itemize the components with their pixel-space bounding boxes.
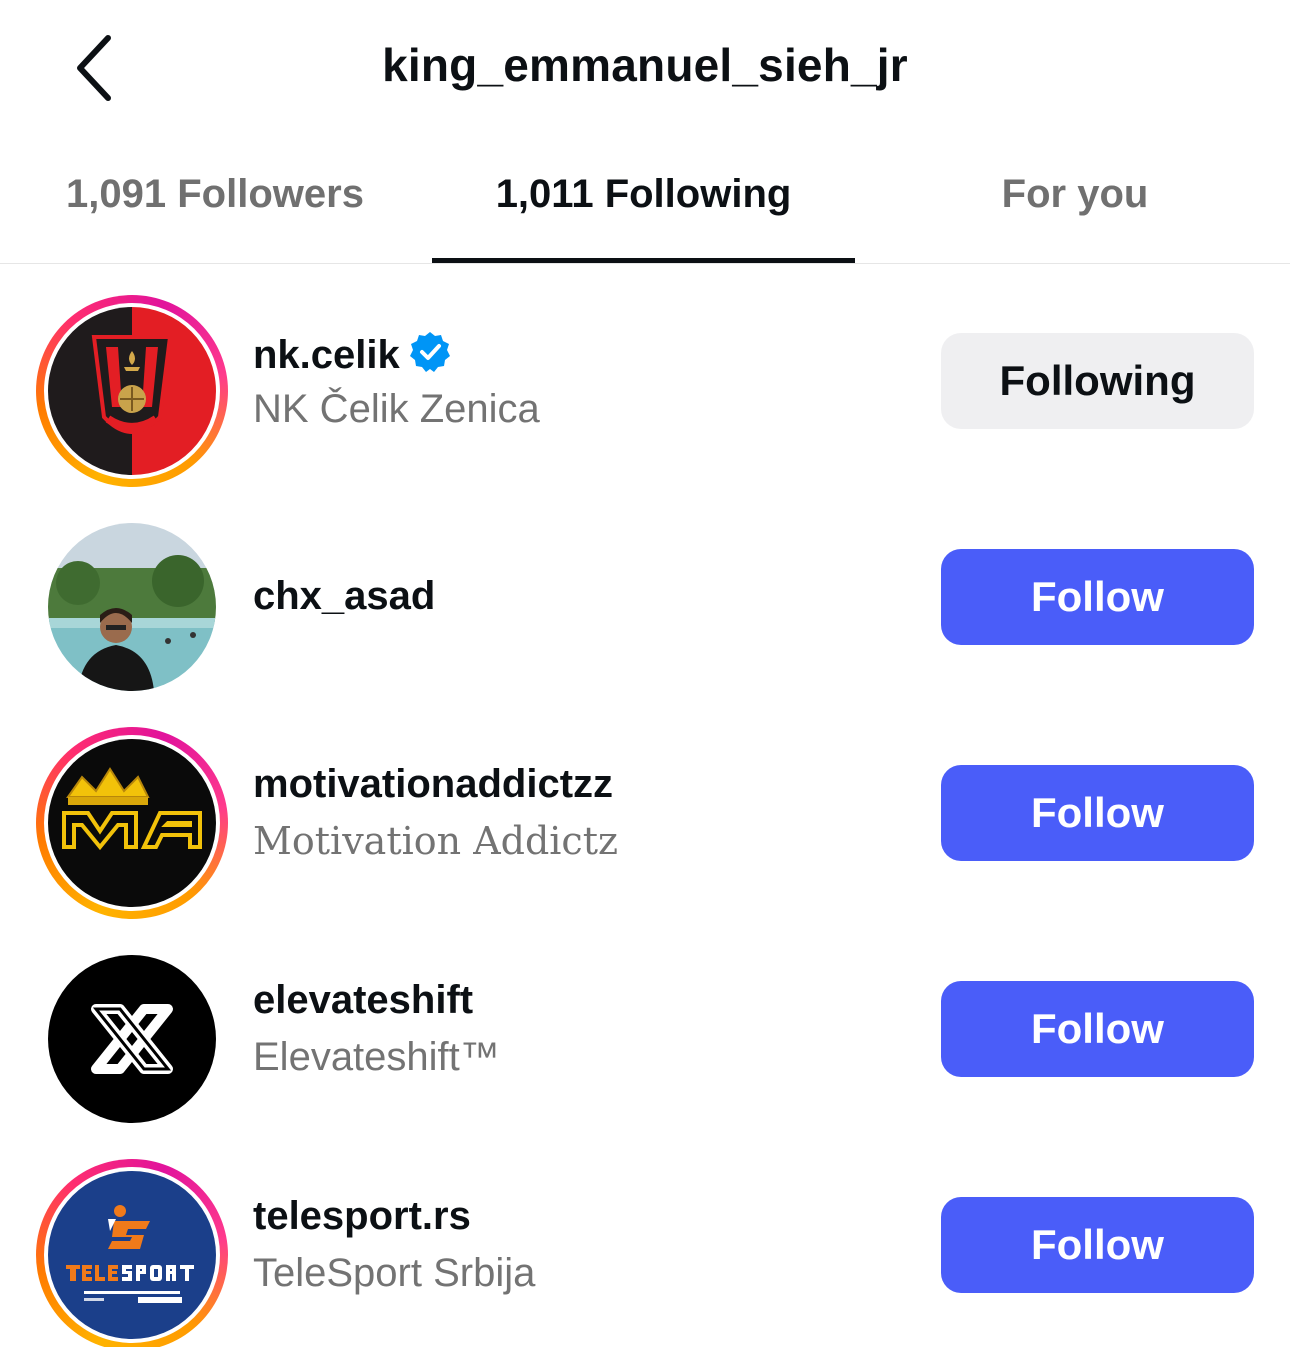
following-button[interactable]: Following xyxy=(941,333,1254,429)
tab-bar: 1,091 Followers 1,011 Following For you xyxy=(0,150,1290,264)
list-item[interactable]: motivationaddictzz Motivation Addictz Fo… xyxy=(0,706,1290,922)
verified-badge-icon xyxy=(409,332,450,372)
x-logo-icon xyxy=(48,955,216,1123)
avatar xyxy=(48,307,216,475)
follow-button[interactable]: Follow xyxy=(941,1197,1254,1293)
avatar-frame[interactable] xyxy=(36,511,228,703)
list-item[interactable]: nk.celik NK Čelik Zenica Following xyxy=(0,274,1290,490)
list-item[interactable]: elevateshift Elevateshift™ Follow xyxy=(0,922,1290,1138)
follow-button[interactable]: Follow xyxy=(941,765,1254,861)
header: king_emmanuel_sieh_jr xyxy=(0,0,1290,140)
avatar xyxy=(48,523,216,691)
follow-button[interactable]: Follow xyxy=(941,549,1254,645)
username[interactable]: telesport.rs xyxy=(253,1194,471,1239)
telesport-logo-icon xyxy=(48,1171,216,1339)
full-name: NK Čelik Zenica xyxy=(253,387,540,431)
active-tab-indicator xyxy=(432,258,855,263)
list-item[interactable]: telesport.rs TeleSport Srbija Follow xyxy=(0,1138,1290,1347)
avatar-frame[interactable] xyxy=(36,943,228,1135)
list-item[interactable]: chx_asad Follow xyxy=(0,490,1290,706)
tab-following[interactable]: 1,011 Following xyxy=(432,172,855,264)
story-ring[interactable] xyxy=(36,727,228,919)
tab-for-you[interactable]: For you xyxy=(860,172,1290,264)
username[interactable]: chx_asad xyxy=(253,574,435,619)
tab-followers[interactable]: 1,091 Followers xyxy=(0,172,430,264)
full-name: Motivation Addictz xyxy=(253,819,619,863)
full-name: Elevateshift™ xyxy=(253,1035,500,1079)
story-ring[interactable] xyxy=(36,295,228,487)
nk-celik-logo-icon xyxy=(48,307,216,475)
avatar xyxy=(48,1171,216,1339)
person-photo-icon xyxy=(48,523,216,691)
page-title: king_emmanuel_sieh_jr xyxy=(382,39,908,91)
username[interactable]: motivationaddictzz xyxy=(253,762,613,807)
username[interactable]: elevateshift xyxy=(253,978,473,1023)
crown-ma-logo-icon xyxy=(48,739,216,907)
follow-button[interactable]: Follow xyxy=(941,981,1254,1077)
avatar xyxy=(48,739,216,907)
full-name: TeleSport Srbija xyxy=(253,1251,536,1295)
username[interactable]: nk.celik xyxy=(253,330,452,378)
story-ring[interactable] xyxy=(36,1159,228,1347)
username-text: nk.celik xyxy=(253,333,400,377)
avatar xyxy=(48,955,216,1123)
